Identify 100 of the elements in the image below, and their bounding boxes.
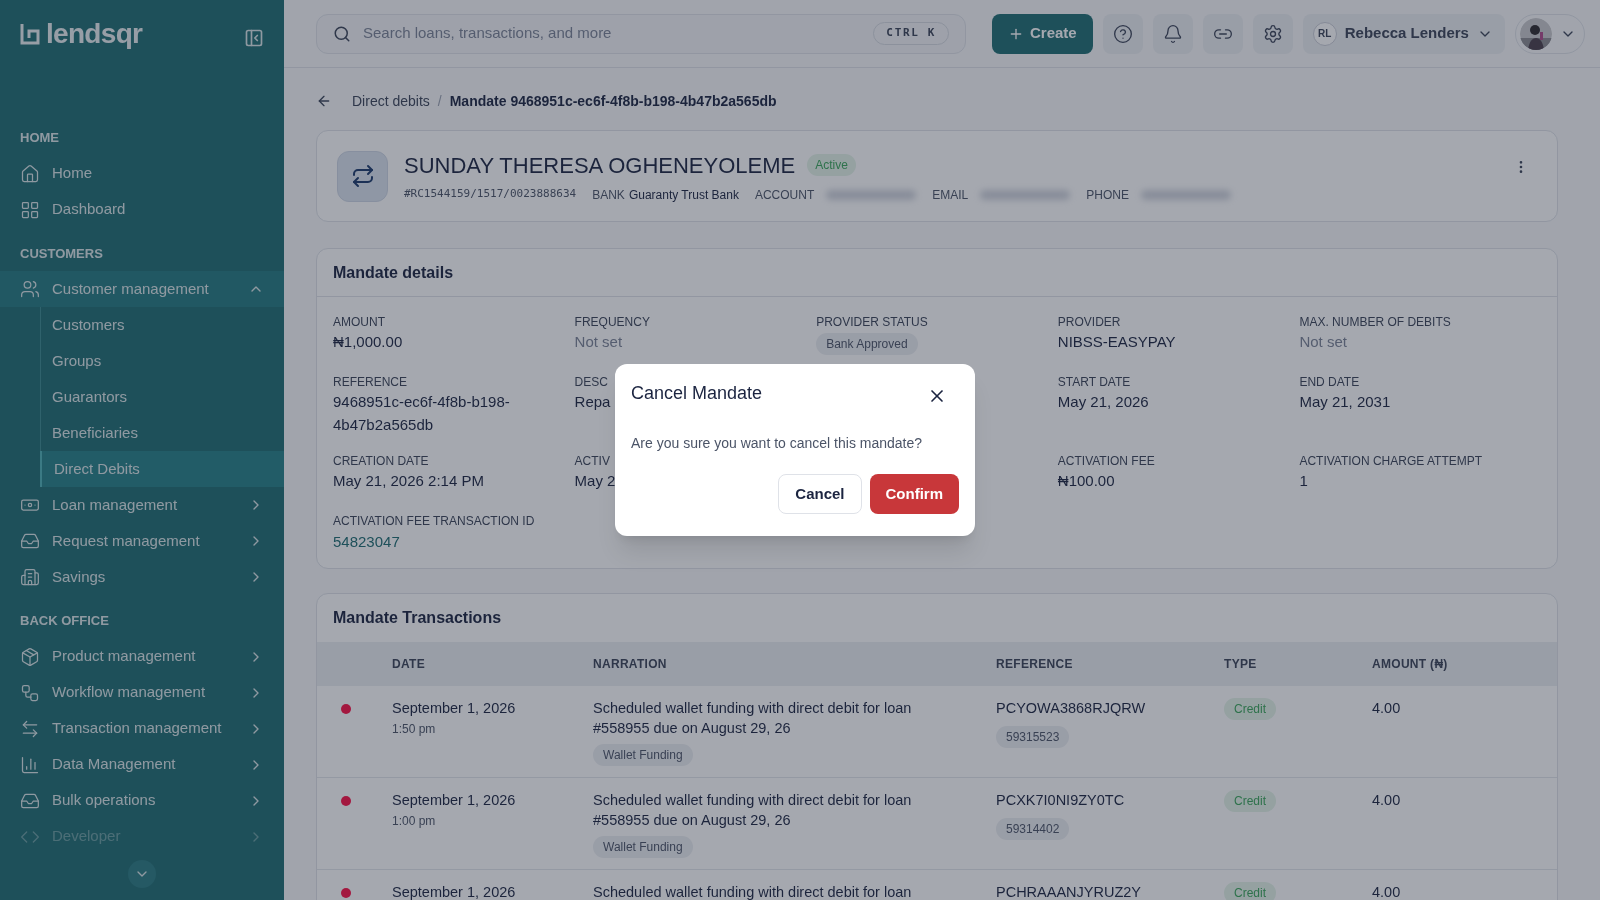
inbox-icon <box>20 531 40 551</box>
detail-value: Not set <box>574 332 624 352</box>
home-icon <box>20 163 40 184</box>
type-badge: Credit <box>1224 790 1276 812</box>
nav-item[interactable]: Loan management <box>0 487 284 523</box>
logo-icon <box>20 23 40 45</box>
confirm-button[interactable]: Confirm <box>869 474 959 514</box>
section-heading: CUSTOMERS <box>19 244 104 263</box>
transaction-date: September 1, 2026 <box>392 699 517 718</box>
detail-value: ₦100.00 <box>1057 471 1115 491</box>
mandate-avatar <box>337 150 388 202</box>
amount-text: 4.00 <box>1372 699 1402 718</box>
notifications-button[interactable] <box>1152 13 1193 54</box>
field-label: PHONE <box>1086 186 1129 204</box>
nav-subitem[interactable]: Customers <box>40 307 284 343</box>
detail-value: May 21, 2026 2:14 PM <box>333 471 484 491</box>
detail-label: END DATE <box>1299 374 1361 391</box>
nav-item[interactable]: Workflow management <box>0 674 284 711</box>
type-badge: Credit <box>1224 698 1276 720</box>
search-field[interactable]: Search loans, transactions, and more CTRL K <box>316 13 966 54</box>
breadcrumb-link[interactable]: Direct debits <box>352 90 430 112</box>
column-header: NARRATION <box>593 656 668 673</box>
reference-code: PCYOWA3868RJQRW <box>996 699 1147 718</box>
narration-text: Scheduled wallet funding with direct debit for loan <box>593 883 913 900</box>
nav-item[interactable]: Home <box>0 155 284 192</box>
amount-text: 4.00 <box>1372 883 1402 900</box>
narration-text: Scheduled wallet funding with direct debit for loan #558955 due on August 29, 26 <box>593 699 913 738</box>
detail-label: AMOUNT <box>333 314 386 331</box>
back-arrow-icon[interactable] <box>316 93 332 109</box>
detail-label: PROVIDER STATUS <box>816 314 929 331</box>
breadcrumb-current: Mandate 9468951c-ec6f-4f8b-b198-4b47b2a565db <box>449 91 777 111</box>
detail-value: Repa <box>574 392 611 412</box>
detail-label: ACTIVATION FEE TRANSACTION ID <box>333 513 536 530</box>
collapse-sidebar-icon[interactable] <box>244 28 264 48</box>
search-input[interactable]: Search loans, transactions, and more <box>363 22 862 45</box>
help-button[interactable] <box>1102 13 1143 54</box>
dialog-title: Cancel Mandate <box>631 382 763 405</box>
nav-item[interactable]: Customer management <box>0 271 284 307</box>
users-icon <box>20 279 40 299</box>
nav-subitem[interactable]: Direct Debits <box>40 451 284 487</box>
detail-label: FREQUENCY <box>574 314 651 331</box>
customer-name: SUNDAY THERESA OGHENEYOLEME <box>404 151 796 180</box>
detail-label: START DATE <box>1057 374 1132 391</box>
transaction-link[interactable]: 54823047 <box>333 533 400 550</box>
nav-item[interactable]: Dashboard <box>0 191 284 228</box>
type-badge: Credit <box>1224 882 1276 900</box>
category-tag: Wallet Funding <box>593 836 693 858</box>
detail-value: May 21, 2031 <box>1299 392 1391 412</box>
initials-avatar: RL <box>1312 21 1337 46</box>
section-heading: BACK OFFICE <box>19 612 110 630</box>
detail-label: ACTIVATION FEE <box>1057 453 1156 470</box>
nav-item[interactable]: Request management <box>0 523 284 559</box>
nav-item[interactable]: Product management <box>0 638 284 675</box>
amount-text: 4.00 <box>1372 791 1402 810</box>
account-name: Rebecca Lenders <box>1344 23 1469 44</box>
bar-chart-icon <box>20 754 40 775</box>
detail-label: ACTIV <box>574 453 611 470</box>
building-icon <box>20 567 40 587</box>
detail-label: REFERENCE <box>333 374 408 391</box>
reference-id-tag: 59315523 <box>996 725 1070 748</box>
nav-item[interactable]: Transaction management <box>0 710 284 747</box>
detail-label: MAX. NUMBER OF DEBITS <box>1299 314 1452 331</box>
reference-id-tag: 59314402 <box>996 817 1070 840</box>
column-header: REFERENCE <box>996 656 1074 673</box>
workflow-icon <box>20 682 40 703</box>
detail-label: ACTIVATION CHARGE ATTEMPT <box>1299 453 1484 470</box>
transaction-time: 1:50 pm <box>392 720 437 738</box>
detail-label: CREATION DATE <box>333 453 430 470</box>
box-icon <box>20 646 40 667</box>
field-label: ACCOUNT <box>754 186 815 204</box>
detail-value: 9468951c-ec6f-4f8b-b198-4b47b2a565db <box>333 392 511 435</box>
nav-subitem[interactable]: Guarantors <box>40 379 284 415</box>
field-label: BANK <box>592 186 625 204</box>
link-button[interactable] <box>1202 13 1243 54</box>
reference-code: PCXK7I0NI9ZY0TC <box>996 791 1126 810</box>
account-switcher[interactable]: RL Rebecca Lenders <box>1302 13 1505 54</box>
help-icon <box>1112 23 1133 44</box>
column-header: DATE <box>392 656 426 673</box>
create-button[interactable]: Create <box>992 13 1093 54</box>
card-title: Mandate details <box>317 249 1557 297</box>
settings-button[interactable] <box>1252 13 1293 54</box>
nav-item[interactable]: Savings <box>0 559 284 595</box>
detail-value: May 21, 2026 <box>1057 392 1149 412</box>
nav-subitem[interactable]: Groups <box>40 343 284 379</box>
detail-value: 1 <box>1299 471 1308 491</box>
detail-value: NIBSS-EASYPAY <box>1057 332 1176 352</box>
grid-icon <box>20 199 40 220</box>
cancel-button[interactable]: Cancel <box>778 474 862 514</box>
arrows-icon <box>20 718 40 739</box>
field-value: Guaranty Trust Bank <box>628 186 739 204</box>
transaction-date: September 1, 2026 <box>392 883 517 900</box>
nav-subitem[interactable]: Beneficiaries <box>40 415 284 451</box>
detail-label: PROVIDER <box>1057 314 1122 331</box>
bell-icon <box>1162 23 1183 44</box>
nav-item[interactable]: Data Management <box>0 746 284 783</box>
detail-value: ₦1,000.00 <box>333 332 403 352</box>
breadcrumb-separator: / <box>437 91 442 111</box>
column-header: AMOUNT (₦) <box>1372 656 1449 673</box>
category-tag: Wallet Funding <box>593 744 693 766</box>
nav-item[interactable]: Bulk operations <box>0 782 284 819</box>
